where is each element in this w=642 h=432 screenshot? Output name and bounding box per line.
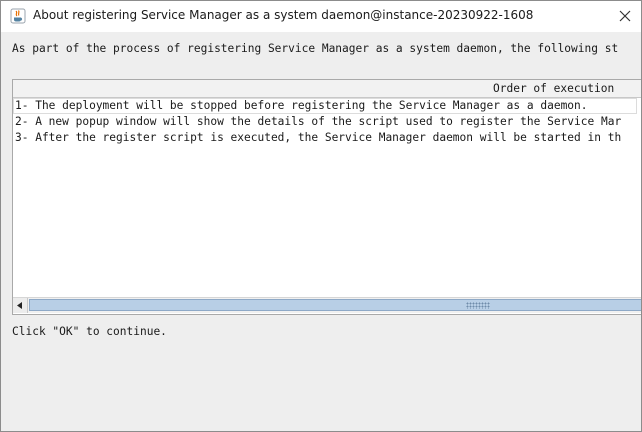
footer-instruction: Click "OK" to continue. bbox=[12, 325, 167, 338]
grip-icon bbox=[466, 302, 490, 309]
table-header[interactable]: Order of execution bbox=[13, 80, 641, 98]
table-body: 1- The deployment will be stopped before… bbox=[13, 98, 641, 296]
arrow-left-icon bbox=[17, 302, 22, 309]
column-header-order-of-execution[interactable]: Order of execution bbox=[493, 82, 614, 96]
scrollbar-thumb[interactable] bbox=[29, 299, 641, 311]
table-row[interactable]: 1- The deployment will be stopped before… bbox=[13, 98, 637, 114]
java-icon bbox=[10, 8, 26, 24]
intro-text: As part of the process of registering Se… bbox=[12, 42, 619, 55]
title-bar[interactable]: About registering Service Manager as a s… bbox=[1, 1, 641, 32]
execution-order-table[interactable]: Order of execution 1- The deployment wil… bbox=[12, 79, 641, 315]
close-button[interactable] bbox=[609, 1, 641, 32]
horizontal-scrollbar[interactable] bbox=[13, 297, 641, 313]
window-title: About registering Service Manager as a s… bbox=[33, 8, 534, 22]
table-row[interactable]: 2- A new popup window will show the deta… bbox=[13, 114, 641, 130]
table-row[interactable]: 3- After the register script is executed… bbox=[13, 130, 641, 146]
scroll-left-button[interactable] bbox=[13, 298, 28, 313]
close-icon bbox=[619, 10, 631, 22]
dialog-window: About registering Service Manager as a s… bbox=[0, 0, 642, 432]
